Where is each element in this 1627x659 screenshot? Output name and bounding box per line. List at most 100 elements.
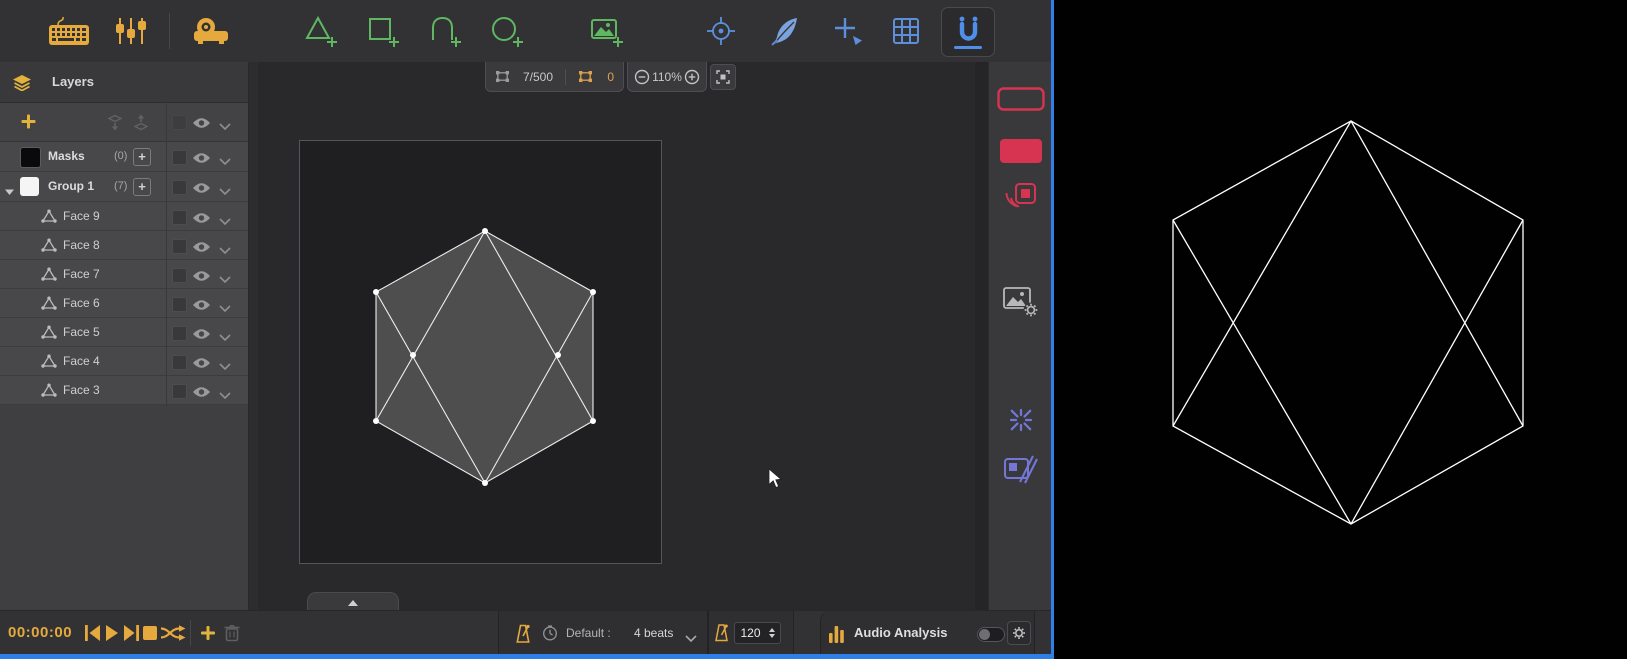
layer-row-face-6[interactable]: Face 6 [0, 289, 248, 318]
layer-row-face-8[interactable]: Face 8 [0, 231, 248, 260]
bpm-decrease-icon[interactable] [769, 634, 775, 638]
layers-scrollbar[interactable] [248, 62, 258, 610]
global-select-checkbox[interactable] [172, 115, 187, 130]
zoom-box: 110% [627, 62, 707, 92]
fit-view-button[interactable] [710, 64, 736, 90]
layer-select-checkbox[interactable] [172, 384, 187, 399]
chevron-down-icon[interactable] [219, 358, 231, 376]
bring-forward-icon[interactable] [132, 114, 150, 136]
global-eye-visibility-icon[interactable] [192, 116, 211, 134]
chevron-down-icon[interactable] [219, 213, 231, 231]
eye-visibility-icon[interactable] [192, 269, 211, 287]
projector-icon [194, 18, 228, 44]
eye-visibility-icon[interactable] [192, 298, 211, 316]
freehand-pen-button[interactable] [762, 9, 808, 53]
reveal-style-button[interactable] [989, 180, 1052, 212]
add-sequence-button[interactable] [197, 611, 219, 655]
layer-label: Face 3 [63, 383, 100, 397]
layer-select-checkbox[interactable] [172, 210, 187, 225]
layer-row-face-3[interactable]: Face 3 [0, 376, 248, 405]
layer-row-face-4[interactable]: Face 4 [0, 347, 248, 376]
add-mask-button[interactable]: + [133, 148, 151, 166]
add-face-button[interactable]: + [133, 178, 151, 196]
next-button[interactable] [121, 611, 141, 655]
layer-row-face-7[interactable]: Face 7 [0, 260, 248, 289]
layer-select-checkbox[interactable] [172, 150, 187, 165]
layer-select-checkbox[interactable] [172, 239, 187, 254]
previous-button[interactable] [82, 611, 102, 655]
stop-button[interactable] [141, 611, 159, 655]
zoom-in-icon[interactable] [684, 69, 700, 85]
mapping-canvas[interactable]: 7/500 0 110% [258, 62, 975, 610]
media-settings-button[interactable] [989, 284, 1052, 318]
layer-label: Face 4 [63, 354, 100, 368]
shuffle-button[interactable] [158, 611, 190, 655]
layer-select-checkbox[interactable] [172, 268, 187, 283]
fill-style-button[interactable] [989, 138, 1052, 164]
border-style-icon [996, 87, 1045, 111]
grid-button[interactable] [883, 9, 929, 53]
eye-visibility-icon[interactable] [192, 211, 211, 229]
chevron-down-icon[interactable] [219, 242, 231, 260]
play-button[interactable] [103, 611, 121, 655]
add-media-button[interactable] [583, 9, 629, 53]
add-point-button[interactable] [825, 9, 871, 53]
projection-stage[interactable] [299, 140, 662, 564]
bpm-stepper[interactable] [766, 628, 780, 638]
anchor-point-button[interactable] [698, 9, 744, 53]
send-backward-icon[interactable] [106, 114, 124, 136]
layer-select-checkbox[interactable] [172, 180, 187, 195]
eye-visibility-icon[interactable] [192, 327, 211, 345]
group-expand-caret[interactable] [4, 183, 15, 201]
masks-color-swatch[interactable] [20, 147, 41, 168]
eye-visibility-icon[interactable] [192, 385, 211, 403]
zoom-out-icon[interactable] [634, 69, 650, 85]
stop-icon [143, 626, 157, 640]
bpm-increase-icon[interactable] [769, 628, 775, 632]
bottom-bar: 00:00:00 Default: 4 beats 120 Audio Ana… [0, 610, 1051, 655]
rays-effect-button[interactable] [989, 404, 1052, 436]
app-window: Layers Masks (0) + Group 1 (7) + Face 9 … [0, 0, 1627, 659]
eye-visibility-icon[interactable] [192, 151, 211, 169]
layer-row-group-1[interactable]: Group 1 (7) + [0, 172, 248, 202]
chevron-down-icon[interactable] [219, 329, 231, 347]
audio-settings-button[interactable] [1007, 621, 1031, 645]
mouse-cursor-icon [768, 468, 782, 494]
eye-visibility-icon[interactable] [192, 181, 211, 199]
bpm-spinner[interactable]: 120 [734, 622, 781, 644]
eye-visibility-icon[interactable] [192, 240, 211, 258]
add-quad-button[interactable] [360, 9, 406, 53]
layer-row-face-9[interactable]: Face 9 [0, 202, 248, 231]
layer-row-masks[interactable]: Masks (0) + [0, 142, 248, 172]
magnet-snap-button[interactable] [941, 7, 995, 57]
transition-style-button[interactable] [989, 454, 1052, 484]
chevron-down-icon[interactable] [219, 387, 231, 405]
layer-select-checkbox[interactable] [172, 326, 187, 341]
delete-sequence-button[interactable] [222, 611, 242, 655]
chevron-down-icon[interactable] [219, 183, 231, 201]
controls-button[interactable] [108, 9, 154, 53]
top-toolbar [0, 0, 1051, 63]
global-chevron-down-icon[interactable] [219, 118, 231, 136]
keyboard-shortcuts-button[interactable] [46, 9, 92, 53]
eye-visibility-icon[interactable] [192, 356, 211, 374]
group-color-swatch[interactable] [20, 177, 39, 196]
layer-row-face-5[interactable]: Face 5 [0, 318, 248, 347]
add-triangle-button[interactable] [298, 9, 344, 53]
timeline-expand-tab[interactable] [307, 592, 399, 612]
audio-analysis-toggle[interactable] [977, 627, 1005, 642]
add-arch-button[interactable] [422, 9, 468, 53]
projector-output-button[interactable] [188, 9, 234, 53]
chevron-down-icon[interactable] [219, 300, 231, 318]
beats-chevron-down-icon[interactable] [685, 630, 697, 648]
chevron-down-icon[interactable] [219, 271, 231, 289]
canvas-scrollbar[interactable] [975, 62, 988, 610]
layer-select-checkbox[interactable] [172, 297, 187, 312]
border-style-button[interactable] [989, 86, 1052, 112]
add-layer-button[interactable] [20, 113, 37, 135]
play-icon [106, 625, 118, 641]
chevron-down-icon[interactable] [219, 153, 231, 171]
beats-dropdown[interactable]: 4 beats [634, 611, 673, 655]
add-circle-button[interactable] [484, 9, 530, 53]
layer-select-checkbox[interactable] [172, 355, 187, 370]
